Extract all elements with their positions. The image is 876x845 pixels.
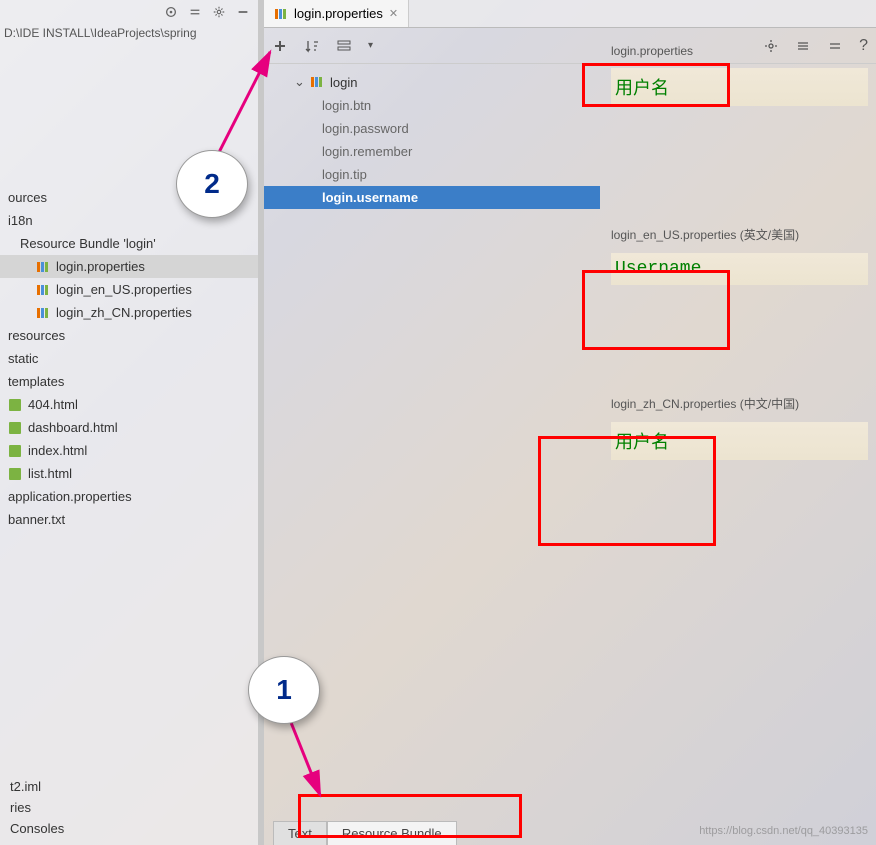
sort-icon[interactable] bbox=[304, 38, 320, 54]
editor-tabs: login.properties ✕ bbox=[264, 0, 876, 28]
close-icon[interactable]: ✕ bbox=[389, 7, 398, 20]
expand-icon[interactable]: ▾ bbox=[368, 40, 373, 51]
annotation-callout: 2 bbox=[176, 150, 248, 218]
html-icon bbox=[8, 444, 22, 458]
value-file-label: login_zh_CN.properties (中文/中国) bbox=[611, 395, 868, 412]
tree-folder[interactable]: resources bbox=[0, 324, 258, 347]
key-item[interactable]: login.remember bbox=[264, 140, 600, 163]
tree-file[interactable]: login.properties bbox=[0, 255, 258, 278]
key-item[interactable]: login.btn bbox=[264, 94, 600, 117]
locate-icon[interactable] bbox=[164, 5, 178, 19]
project-tree[interactable]: ources i18n Resource Bundle 'login' logi… bbox=[0, 186, 258, 531]
html-icon bbox=[8, 467, 22, 481]
tab-login-properties[interactable]: login.properties ✕ bbox=[264, 0, 409, 27]
properties-icon bbox=[274, 7, 288, 21]
project-toolbar bbox=[0, 0, 258, 24]
tree-file[interactable]: login_en_US.properties bbox=[0, 278, 258, 301]
key-root[interactable]: ⌄ login bbox=[264, 70, 600, 94]
value-file-label: login.properties bbox=[611, 44, 868, 58]
list-item[interactable]: ries bbox=[6, 797, 252, 818]
watermark: https://blog.csdn.net/qq_40393135 bbox=[699, 825, 868, 837]
annotation-callout: 1 bbox=[248, 656, 320, 724]
properties-icon bbox=[36, 283, 50, 297]
annotation-arrow bbox=[260, 710, 340, 810]
tree-file[interactable]: banner.txt bbox=[0, 508, 258, 531]
tab-label: login.properties bbox=[294, 6, 383, 21]
minimize-icon[interactable] bbox=[236, 5, 250, 19]
tree-file[interactable]: 404.html bbox=[0, 393, 258, 416]
tree-file[interactable]: dashboard.html bbox=[0, 416, 258, 439]
tree-file[interactable]: login_zh_CN.properties bbox=[0, 301, 258, 324]
value-file-label: login_en_US.properties (英文/美国) bbox=[611, 226, 868, 243]
gear-icon[interactable] bbox=[212, 5, 226, 19]
tree-folder[interactable]: templates bbox=[0, 370, 258, 393]
collapse-icon[interactable] bbox=[188, 5, 202, 19]
key-tree[interactable]: ⌄ login login.btn login.password login.r… bbox=[264, 64, 600, 209]
tree-file[interactable]: index.html bbox=[0, 439, 258, 462]
group-icon[interactable] bbox=[336, 38, 352, 54]
properties-icon bbox=[310, 75, 324, 89]
key-item[interactable]: login.password bbox=[264, 117, 600, 140]
html-icon bbox=[8, 421, 22, 435]
tree-bundle[interactable]: Resource Bundle 'login' bbox=[0, 232, 258, 255]
html-icon bbox=[8, 398, 22, 412]
tree-file[interactable]: list.html bbox=[0, 462, 258, 485]
key-item[interactable]: login.tip bbox=[264, 163, 600, 186]
bottom-left-list: t2.iml ries Consoles bbox=[0, 770, 258, 845]
tree-file[interactable]: application.properties bbox=[0, 485, 258, 508]
list-item[interactable]: Consoles bbox=[6, 818, 252, 839]
tree-folder[interactable]: static bbox=[0, 347, 258, 370]
properties-icon bbox=[36, 306, 50, 320]
annotation-box bbox=[582, 270, 730, 350]
list-item[interactable]: t2.iml bbox=[6, 776, 252, 797]
key-item-selected[interactable]: login.username bbox=[264, 186, 600, 209]
chevron-down-icon[interactable]: ⌄ bbox=[294, 74, 304, 90]
annotation-box bbox=[538, 436, 716, 546]
annotation-box bbox=[582, 63, 730, 107]
properties-icon bbox=[36, 260, 50, 274]
